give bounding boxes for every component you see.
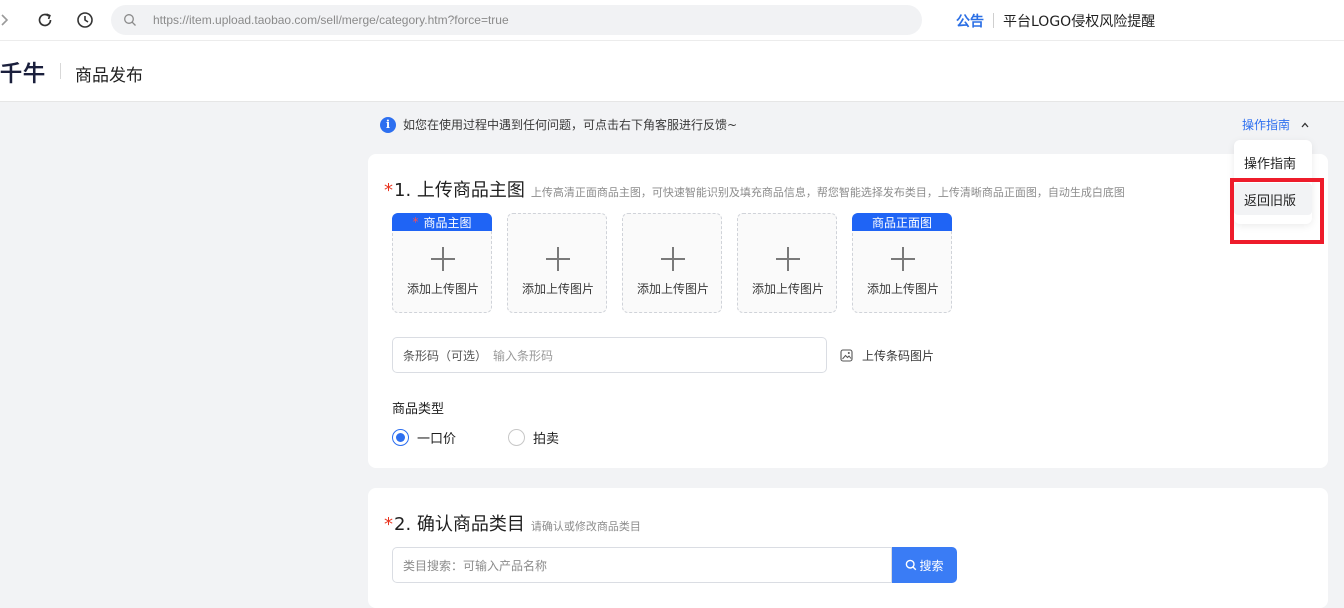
upload-label: 添加上传图片 — [751, 282, 824, 296]
plus-icon — [891, 247, 915, 271]
required-star: * — [412, 215, 419, 229]
plus-icon — [546, 247, 570, 271]
menu-item-guide[interactable]: 操作指南 — [1234, 146, 1312, 178]
guide-toggle[interactable]: 操作指南 — [1242, 116, 1310, 133]
plus-icon — [661, 247, 685, 271]
upload-main-image-section: * 1. 上传商品主图 上传高清正面商品主图，可快速智能识别及填充商品信息，帮您… — [368, 154, 1328, 468]
upload-slot-3[interactable]: 添加上传图片 — [622, 213, 722, 313]
section-hint: 请确认或修改商品类目 — [530, 520, 641, 533]
section-hint: 上传高清正面商品主图，可快速智能识别及填充商品信息，帮您智能选择发布类目，上传清… — [530, 186, 1125, 199]
search-placeholder: 类目搜索：可输入产品名称 — [403, 558, 548, 573]
section-title-text: 1. 上传商品主图 — [394, 180, 525, 201]
radio-auction[interactable]: 拍卖 — [508, 428, 559, 447]
image-icon — [840, 349, 853, 362]
plus-icon — [431, 247, 455, 271]
radio-label: 拍卖 — [533, 432, 560, 447]
upload-barcode-label: 上传条码图片 — [862, 349, 935, 363]
forward-icon[interactable] — [0, 9, 16, 31]
upload-slot-4[interactable]: 添加上传图片 — [737, 213, 837, 313]
app-header: 千牛 商品发布 — [0, 41, 1344, 102]
upload-label: 添加上传图片 — [636, 282, 709, 296]
browser-toolbar: https://item.upload.taobao.com/sell/merg… — [0, 0, 1344, 41]
radio-unchecked[interactable] — [508, 429, 525, 446]
required-mark: * — [384, 180, 393, 201]
upload-slot-main[interactable]: * 商品主图 添加上传图片 — [392, 213, 492, 313]
notice-text: 如您在使用过程中遇到任何问题，可点击右下角客服进行反馈~ — [403, 118, 738, 132]
upload-slot-2[interactable]: 添加上传图片 — [507, 213, 607, 313]
confirm-category-section: * 2. 确认商品类目 请确认或修改商品类目 类目搜索：可输入产品名称 搜索 — [368, 488, 1328, 608]
url-text: https://item.upload.taobao.com/sell/merg… — [153, 13, 509, 27]
chevron-up-icon — [1300, 120, 1310, 130]
section-title: * 1. 上传商品主图 上传高清正面商品主图，可快速智能识别及填充商品信息，帮您… — [384, 176, 1125, 202]
reload-icon[interactable] — [34, 9, 56, 31]
section-title: * 2. 确认商品类目 请确认或修改商品类目 — [384, 510, 641, 536]
plus-icon — [776, 247, 800, 271]
upload-slot-front[interactable]: 商品正面图 添加上传图片 — [852, 213, 952, 313]
product-type-label: 商品类型 — [392, 402, 445, 417]
barcode-placeholder: 输入条形码 — [493, 348, 554, 363]
barcode-input[interactable]: 条形码（可选） 输入条形码 — [392, 337, 827, 373]
tag-label: 商品主图 — [423, 215, 472, 230]
search-icon — [905, 559, 917, 571]
category-search-input[interactable]: 类目搜索：可输入产品名称 — [392, 547, 892, 583]
announce-label[interactable]: 公告 — [956, 11, 984, 31]
divider — [60, 63, 61, 79]
divider — [993, 13, 994, 28]
info-icon: i — [380, 116, 396, 133]
front-image-tag: 商品正面图 — [852, 213, 952, 231]
guide-label: 操作指南 — [1242, 118, 1291, 132]
history-icon[interactable] — [74, 9, 96, 31]
radio-checked[interactable] — [392, 429, 409, 446]
logo[interactable]: 千牛 — [0, 56, 46, 88]
radio-label: 一口价 — [417, 432, 457, 447]
upload-label: 添加上传图片 — [521, 282, 594, 296]
tag-label: 商品正面图 — [871, 215, 932, 230]
search-button[interactable]: 搜索 — [892, 547, 957, 583]
upload-barcode-button[interactable]: 上传条码图片 — [840, 347, 934, 364]
announce-link[interactable]: 平台LOGO侵权风险提醒 — [1003, 11, 1155, 31]
main-image-tag: * 商品主图 — [392, 213, 492, 231]
radio-fixed-price[interactable]: 一口价 — [392, 428, 456, 447]
upload-label: 添加上传图片 — [406, 282, 479, 296]
barcode-label: 条形码（可选） — [403, 348, 488, 363]
page-title: 商品发布 — [75, 66, 143, 86]
search-button-label: 搜索 — [919, 558, 944, 573]
address-bar[interactable]: https://item.upload.taobao.com/sell/merg… — [111, 5, 922, 35]
notice-bar: i 如您在使用过程中遇到任何问题，可点击右下角客服进行反馈~ — [380, 116, 737, 133]
search-icon — [123, 13, 137, 27]
upload-label: 添加上传图片 — [866, 282, 939, 296]
highlight-annotation — [1230, 178, 1324, 244]
required-mark: * — [384, 514, 393, 535]
section-title-text: 2. 确认商品类目 — [394, 514, 525, 535]
